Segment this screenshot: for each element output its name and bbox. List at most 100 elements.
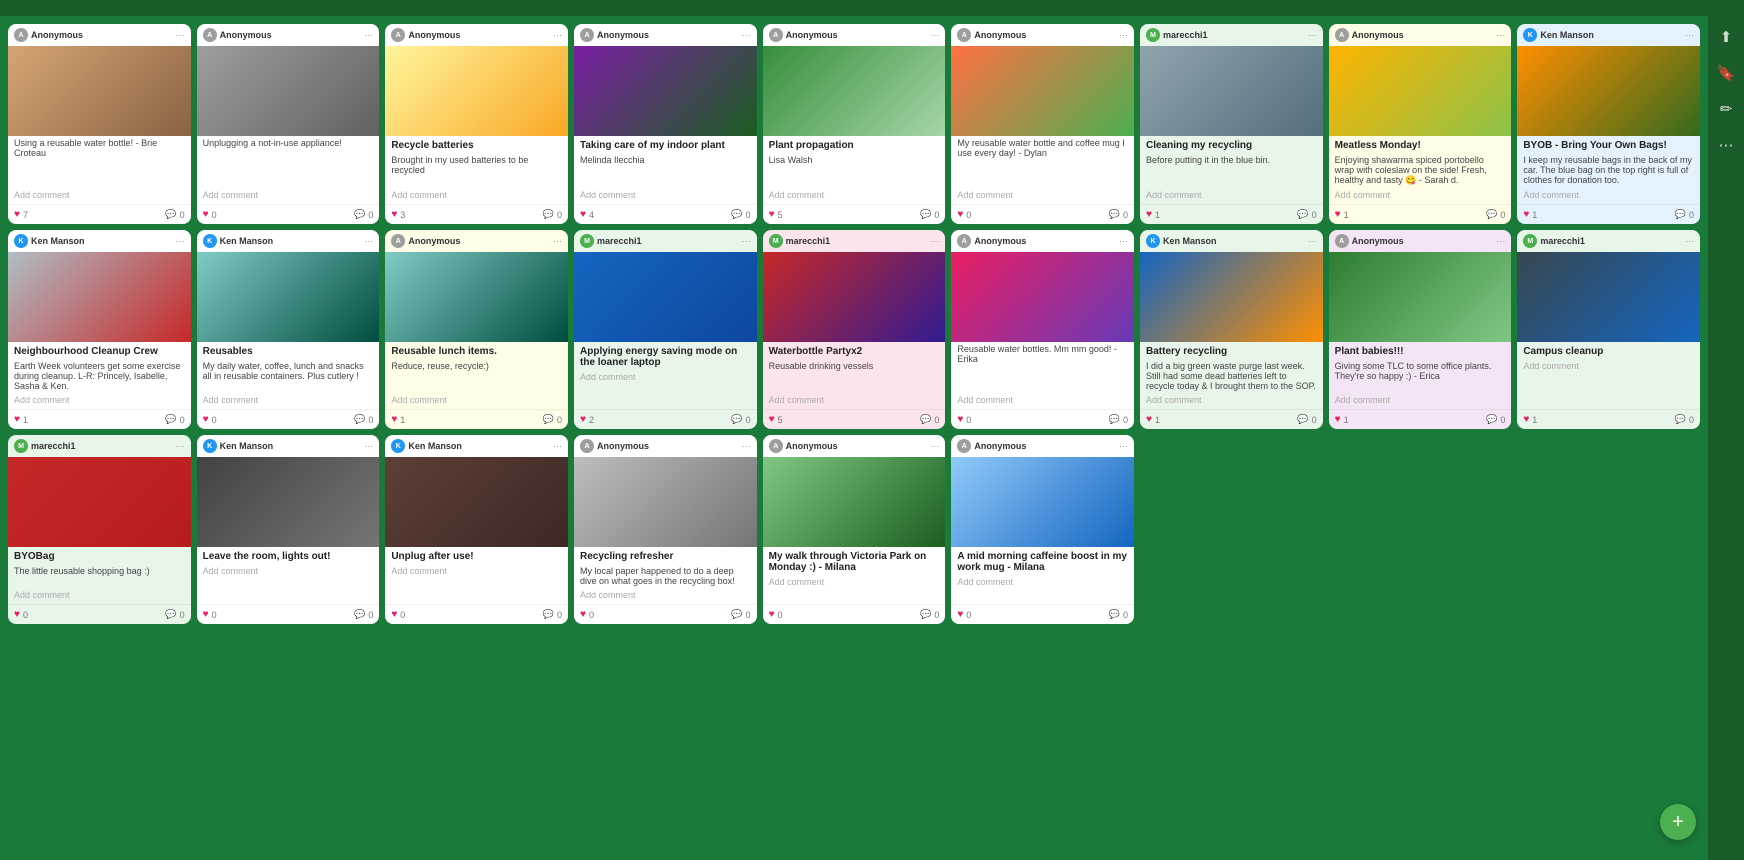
card-menu[interactable]: ⋯: [553, 441, 562, 452]
heart-icon[interactable]: ♥: [769, 414, 775, 425]
heart-icon[interactable]: ♥: [580, 209, 586, 220]
add-comment[interactable]: Add comment: [951, 393, 1134, 409]
card-image: [385, 46, 568, 136]
comment-icon: 💬: [543, 209, 554, 220]
user-name: Ken Manson: [1163, 236, 1217, 246]
add-comment[interactable]: Add comment: [763, 575, 946, 591]
heart-icon[interactable]: ♥: [203, 414, 209, 425]
add-comment[interactable]: Add comment: [1140, 188, 1323, 204]
add-comment[interactable]: Add comment: [385, 564, 568, 580]
card-menu[interactable]: ⋯: [364, 236, 373, 247]
edit-icon[interactable]: ✏: [1720, 100, 1733, 118]
heart-icon[interactable]: ♥: [769, 209, 775, 220]
add-comment[interactable]: Add comment: [951, 188, 1134, 204]
card-7: M marecchi1 ⋯ Cleaning my recycling Befo…: [1140, 24, 1323, 224]
heart-icon[interactable]: ♥: [1523, 209, 1529, 220]
heart-icon[interactable]: ♥: [14, 414, 20, 425]
card-menu[interactable]: ⋯: [553, 30, 562, 41]
bookmark-icon[interactable]: 🔖: [1717, 64, 1736, 82]
card-menu[interactable]: ⋯: [176, 236, 185, 247]
user-name: Anonymous: [1352, 236, 1404, 246]
user-name: Ken Manson: [31, 236, 85, 246]
card-menu[interactable]: ⋯: [1308, 236, 1317, 247]
fab-button[interactable]: +: [1660, 804, 1696, 840]
add-comment[interactable]: Add comment: [197, 393, 380, 409]
heart-icon[interactable]: ♥: [1523, 414, 1529, 425]
add-comment[interactable]: Add comment: [1140, 393, 1323, 409]
card-footer: ♥ 0 💬 0: [197, 204, 380, 224]
card-menu[interactable]: ⋯: [1685, 236, 1694, 247]
like-count: 0: [966, 415, 971, 425]
add-comment[interactable]: Add comment: [8, 393, 191, 409]
comment-count: 0: [557, 610, 562, 620]
add-comment[interactable]: Add comment: [197, 188, 380, 204]
add-comment[interactable]: Add comment: [385, 188, 568, 204]
card-desc: Lisa Walsh: [763, 153, 946, 188]
like-row: ♥ 3: [391, 209, 405, 220]
more-icon[interactable]: ⋯: [1719, 136, 1734, 154]
add-comment[interactable]: Add comment: [763, 393, 946, 409]
card-menu[interactable]: ⋯: [176, 441, 185, 452]
comment-count-row: 💬 0: [1109, 209, 1128, 220]
heart-icon[interactable]: ♥: [957, 209, 963, 220]
comment-count: 0: [1500, 415, 1505, 425]
card-menu[interactable]: ⋯: [364, 441, 373, 452]
heart-icon[interactable]: ♥: [957, 414, 963, 425]
card-menu[interactable]: ⋯: [930, 441, 939, 452]
card-header: A Anonymous ⋯: [574, 435, 757, 457]
heart-icon[interactable]: ♥: [1146, 209, 1152, 220]
card-menu[interactable]: ⋯: [742, 441, 751, 452]
add-comment[interactable]: Add comment: [8, 588, 191, 604]
card-menu[interactable]: ⋯: [1119, 236, 1128, 247]
add-comment[interactable]: Add comment: [1329, 188, 1512, 204]
card-user: A Anonymous: [580, 439, 649, 453]
heart-icon[interactable]: ♥: [391, 609, 397, 620]
heart-icon[interactable]: ♥: [391, 414, 397, 425]
share-icon[interactable]: ⬆: [1720, 28, 1733, 46]
card-menu[interactable]: ⋯: [1496, 236, 1505, 247]
add-comment[interactable]: Add comment: [574, 588, 757, 604]
add-comment[interactable]: Add comment: [385, 393, 568, 409]
comment-count-row: 💬 0: [354, 414, 373, 425]
card-header: K Ken Manson ⋯: [197, 435, 380, 457]
card-menu[interactable]: ⋯: [742, 236, 751, 247]
comment-count: 0: [746, 210, 751, 220]
card-menu[interactable]: ⋯: [1119, 441, 1128, 452]
heart-icon[interactable]: ♥: [580, 414, 586, 425]
add-comment[interactable]: Add comment: [763, 188, 946, 204]
card-menu[interactable]: ⋯: [176, 30, 185, 41]
heart-icon[interactable]: ♥: [1146, 414, 1152, 425]
add-comment[interactable]: Add comment: [8, 188, 191, 204]
heart-icon[interactable]: ♥: [14, 209, 20, 220]
heart-icon[interactable]: ♥: [580, 609, 586, 620]
comment-count-row: 💬 0: [354, 609, 373, 620]
card-menu[interactable]: ⋯: [364, 30, 373, 41]
user-avatar: K: [1523, 28, 1537, 42]
add-comment[interactable]: Add comment: [574, 370, 757, 386]
card-12: A Anonymous ⋯ Reusable lunch items. Redu…: [385, 230, 568, 429]
card-menu[interactable]: ⋯: [742, 30, 751, 41]
card-menu[interactable]: ⋯: [1308, 30, 1317, 41]
heart-icon[interactable]: ♥: [391, 209, 397, 220]
add-comment[interactable]: Add comment: [574, 188, 757, 204]
card-menu[interactable]: ⋯: [1496, 30, 1505, 41]
heart-icon[interactable]: ♥: [1335, 209, 1341, 220]
heart-icon[interactable]: ♥: [1335, 414, 1341, 425]
heart-icon[interactable]: ♥: [957, 609, 963, 620]
heart-icon[interactable]: ♥: [203, 609, 209, 620]
add-comment[interactable]: Add comment: [1517, 359, 1700, 375]
card-menu[interactable]: ⋯: [930, 30, 939, 41]
add-comment[interactable]: Add comment: [1517, 188, 1700, 204]
add-comment[interactable]: Add comment: [1329, 393, 1512, 409]
card-menu[interactable]: ⋯: [1685, 30, 1694, 41]
add-comment[interactable]: Add comment: [197, 564, 380, 580]
card-image: [8, 252, 191, 342]
add-comment[interactable]: Add comment: [951, 575, 1134, 591]
card-menu[interactable]: ⋯: [1119, 30, 1128, 41]
comment-count: 0: [746, 415, 751, 425]
card-menu[interactable]: ⋯: [930, 236, 939, 247]
heart-icon[interactable]: ♥: [769, 609, 775, 620]
heart-icon[interactable]: ♥: [14, 609, 20, 620]
heart-icon[interactable]: ♥: [203, 209, 209, 220]
card-menu[interactable]: ⋯: [553, 236, 562, 247]
